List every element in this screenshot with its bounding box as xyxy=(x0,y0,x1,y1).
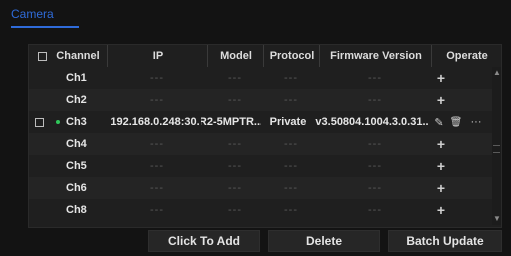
ip-cell: --- xyxy=(150,182,164,194)
model-cell: R2-5MPTR... xyxy=(201,116,261,128)
table-header: Channel IP Model Protocol Firmware Versi… xyxy=(29,45,501,67)
header-ip: IP xyxy=(107,45,208,67)
scroll-down-icon[interactable]: ▼ xyxy=(493,215,501,223)
table-row[interactable]: Ch8 --- --- --- --- + xyxy=(29,199,501,221)
model-cell: --- xyxy=(228,138,242,150)
header-protocol: Protocol xyxy=(263,45,320,67)
trash-icon[interactable]: 🗑 xyxy=(449,111,463,133)
ip-cell: --- xyxy=(150,72,164,84)
batch-update-button[interactable]: Batch Update xyxy=(388,230,502,252)
firmware-cell: --- xyxy=(368,72,382,84)
more-icon[interactable]: ··· xyxy=(467,111,485,133)
add-icon[interactable]: + xyxy=(431,133,451,155)
edit-icon[interactable]: ✎ xyxy=(433,111,445,133)
header-operate: Operate xyxy=(431,45,502,67)
protocol-cell: Private xyxy=(269,116,307,128)
table-row[interactable]: Ch2 --- --- --- --- + xyxy=(29,89,501,111)
protocol-cell: --- xyxy=(284,72,298,84)
protocol-cell: --- xyxy=(284,94,298,106)
channel-label: Ch8 xyxy=(66,204,87,216)
online-status-dot xyxy=(56,111,64,133)
table-row[interactable]: Ch4 --- --- --- --- + xyxy=(29,133,501,155)
add-icon[interactable]: + xyxy=(431,89,451,111)
camera-tab[interactable]: Camera xyxy=(11,7,54,21)
camera-table: Channel IP Model Protocol Firmware Versi… xyxy=(28,44,502,228)
add-icon[interactable]: + xyxy=(431,67,451,89)
table-row[interactable]: Ch5 --- --- --- --- + xyxy=(29,155,501,177)
model-cell: --- xyxy=(228,94,242,106)
ip-cell: --- xyxy=(150,160,164,172)
ip-cell: --- xyxy=(150,94,164,106)
firmware-cell: --- xyxy=(368,160,382,172)
header-model: Model xyxy=(207,45,264,67)
ip-cell: --- xyxy=(150,138,164,150)
header-firmware: Firmware Version xyxy=(319,45,432,67)
protocol-cell: --- xyxy=(284,138,298,150)
click-to-add-button[interactable]: Click To Add xyxy=(148,230,260,252)
model-cell: --- xyxy=(228,204,242,216)
channel-label: Ch1 xyxy=(66,72,87,84)
channel-label: Ch6 xyxy=(66,182,87,194)
protocol-cell: --- xyxy=(284,182,298,194)
delete-button[interactable]: Delete xyxy=(268,230,380,252)
add-icon[interactable]: + xyxy=(431,177,451,199)
scroll-grip[interactable] xyxy=(493,145,500,153)
model-cell: --- xyxy=(228,72,242,84)
table-row[interactable]: Ch6 --- --- --- --- + xyxy=(29,177,501,199)
ip-cell: 192.168.0.248:30. xyxy=(110,116,200,128)
add-icon[interactable]: + xyxy=(431,199,451,221)
ip-cell: --- xyxy=(150,204,164,216)
scroll-up-icon[interactable]: ▲ xyxy=(493,69,501,77)
firmware-cell: v3.50804.1004.3.0.31.. xyxy=(315,116,429,128)
channel-label: Ch4 xyxy=(66,138,87,150)
firmware-cell: --- xyxy=(368,138,382,150)
model-cell: --- xyxy=(228,182,242,194)
table-row[interactable]: Ch3 192.168.0.248:30. R2-5MPTR... Privat… xyxy=(29,111,501,133)
table-scrollbar[interactable]: ▲ ▼ xyxy=(492,67,501,225)
header-channel: Channel xyxy=(56,50,100,62)
protocol-cell: --- xyxy=(284,160,298,172)
select-all-checkbox[interactable] xyxy=(35,45,49,67)
channel-label: Ch2 xyxy=(66,94,87,106)
model-cell: --- xyxy=(228,160,242,172)
channel-label: Ch5 xyxy=(66,160,87,172)
channel-label: Ch3 xyxy=(66,116,87,128)
camera-tab-underline xyxy=(11,26,79,28)
firmware-cell: --- xyxy=(368,94,382,106)
add-icon[interactable]: + xyxy=(431,155,451,177)
table-row[interactable]: Ch1 --- --- --- --- + xyxy=(29,67,501,89)
protocol-cell: --- xyxy=(284,204,298,216)
firmware-cell: --- xyxy=(368,182,382,194)
row-checkbox[interactable] xyxy=(35,111,49,133)
firmware-cell: --- xyxy=(368,204,382,216)
